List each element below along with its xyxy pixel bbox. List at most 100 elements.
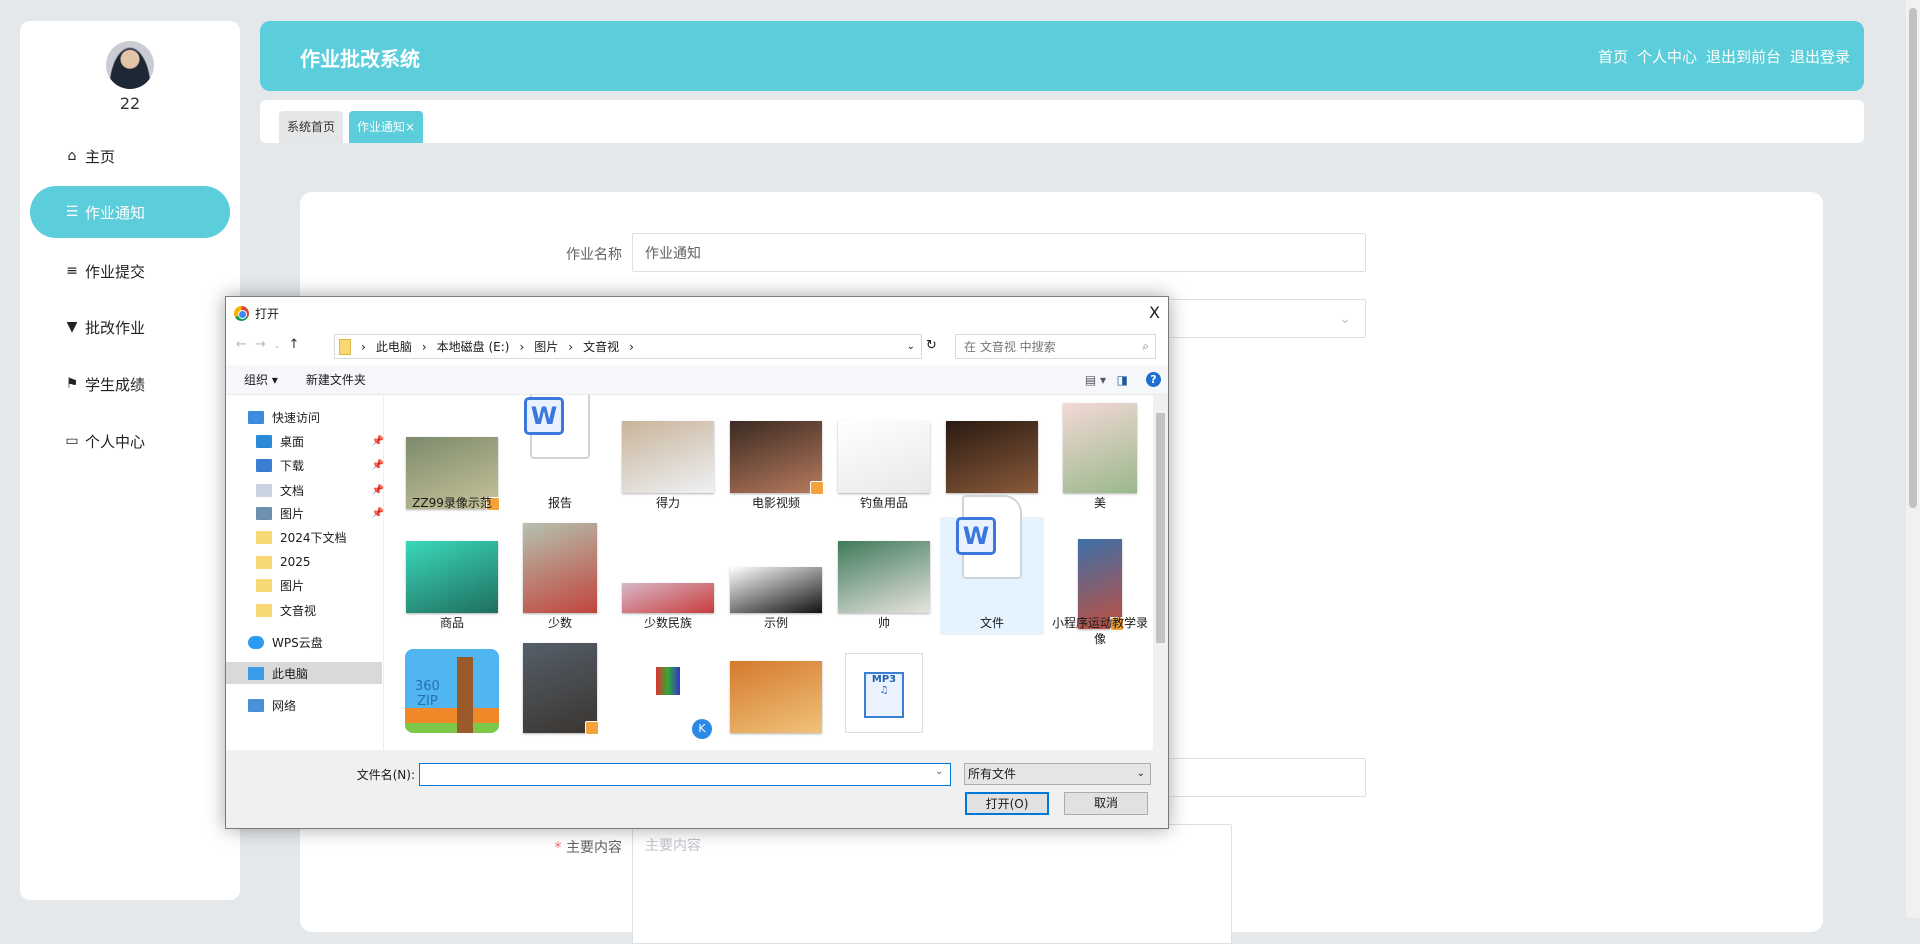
pin-icon[interactable]: 📌 (372, 460, 384, 471)
file-item[interactable] (724, 637, 828, 750)
file-name (508, 735, 612, 750)
nav-item[interactable]: 快速访问 (248, 406, 382, 428)
app-title: 作业批改系统 (300, 47, 420, 71)
tab-system-home[interactable]: 系统首页 (279, 111, 344, 143)
file-item[interactable]: MP3 ♫ (832, 637, 936, 750)
preview-pane-icon[interactable]: ◨ (1117, 373, 1128, 387)
open-button[interactable]: 打开(O) (965, 792, 1049, 815)
name-input[interactable]: 作业通知 (632, 233, 1366, 272)
nav-item[interactable]: 2025 (256, 551, 390, 573)
nav-item[interactable]: 2024下文档 (256, 526, 390, 548)
file-item[interactable]: 少数民族 (616, 517, 720, 635)
nav-item[interactable]: 网络 (248, 694, 382, 716)
file-item[interactable]: 少数 (508, 517, 612, 635)
forward-icon[interactable]: → (255, 337, 274, 352)
search-placeholder: 在 文音视 中搜索 (964, 340, 1056, 354)
filename-dropdown-icon[interactable]: ⌄ (935, 766, 943, 777)
crumb[interactable]: 文音视 (583, 338, 619, 355)
content-textarea[interactable]: 主要内容 (632, 824, 1232, 944)
link-logout[interactable]: 退出登录 (1790, 46, 1850, 67)
sidebar-item-3[interactable]: ▼ 批改作业 (30, 301, 230, 353)
new-folder-button[interactable]: 新建文件夹 (306, 371, 366, 388)
sidebar-item-label: 作业通知 (85, 203, 146, 222)
app-image-thumbnail: K (628, 659, 712, 739)
pin-icon[interactable]: 📌 (372, 508, 384, 519)
up-icon[interactable]: ↑ (289, 337, 308, 352)
nav-item[interactable]: 文音视 (256, 599, 390, 621)
sidebar-item-2[interactable]: ≡ 作业提交 (30, 245, 230, 297)
file-scrollbar-thumb[interactable] (1156, 413, 1165, 643)
avatar[interactable] (106, 41, 154, 89)
organize-button[interactable]: 组织 ▾ (244, 371, 278, 388)
back-icon[interactable]: ← (236, 337, 255, 352)
nav-item[interactable]: 图片 📌 (256, 502, 390, 524)
pin-icon[interactable]: 📌 (372, 436, 384, 447)
file-item[interactable]: 商品 (400, 517, 504, 635)
desktop-icon (256, 434, 272, 448)
image-thumbnail (946, 421, 1038, 493)
file-item[interactable]: W 报告 (508, 395, 612, 515)
nav-item[interactable]: 图片 (256, 574, 390, 596)
help-icon[interactable]: ? (1146, 372, 1161, 387)
page-scrollbar-thumb[interactable] (1909, 8, 1917, 508)
file-name (616, 735, 720, 750)
crumb[interactable]: 图片 (534, 338, 558, 355)
nav-item[interactable]: 桌面 📌 (256, 430, 390, 452)
link-home[interactable]: 首页 (1598, 46, 1628, 67)
filename-input[interactable] (419, 763, 951, 786)
sidebar-item-0[interactable]: ⌂ 主页 (30, 130, 230, 182)
recent-icon[interactable]: ⌄ (274, 341, 289, 350)
sidebar-item-4[interactable]: ⚑ 学生成绩 (30, 358, 230, 410)
nav-arrows: ←→⌄↑ (236, 337, 307, 352)
file-item[interactable]: 360 ZIP (400, 637, 504, 750)
nav-item-label: WPS云盘 (272, 635, 323, 650)
crumb[interactable]: 此电脑 (376, 338, 412, 355)
cancel-button[interactable]: 取消 (1064, 792, 1148, 815)
image-thumbnail (622, 421, 714, 493)
file-item[interactable]: 美 (1048, 397, 1152, 515)
nav-item-label: 桌面 (280, 434, 305, 449)
nav-item[interactable]: WPS云盘 (248, 631, 382, 653)
tab-bar: 系统首页 作业通知× (260, 100, 1864, 143)
nav-item[interactable]: 此电脑 (226, 662, 382, 684)
file-item[interactable]: 小程序运动教学录像 (1048, 517, 1152, 651)
video-thumbnail (523, 643, 599, 735)
nav-item-label: 下载 (280, 458, 305, 473)
computer-icon (248, 666, 264, 680)
refresh-icon[interactable]: ↻ (926, 338, 937, 353)
file-item[interactable]: 得力 (616, 397, 720, 515)
link-profile[interactable]: 个人中心 (1637, 46, 1697, 67)
nav-item[interactable]: 下载 📌 (256, 454, 390, 476)
file-item[interactable]: K (616, 637, 720, 750)
header: 作业批改系统 首页 个人中心 退出到前台 退出登录 (260, 21, 1864, 91)
file-item[interactable] (508, 637, 612, 750)
star-icon (248, 410, 264, 424)
address-dropdown-icon[interactable]: ⌄ (907, 341, 915, 352)
pin-icon[interactable]: 📌 (372, 485, 384, 496)
sidebar-item-1[interactable]: ☰ 作业通知 (30, 186, 230, 238)
flag-icon: ⚑ (65, 376, 79, 392)
link-frontend[interactable]: 退出到前台 (1706, 46, 1781, 67)
address-bar[interactable]: › 此电脑 › 本地磁盘 (E:) › 图片 › 文音视 › ⌄ (334, 334, 922, 359)
tab-homework-notice[interactable]: 作业通知× (349, 111, 424, 143)
folder-icon (339, 338, 351, 355)
folder-icon (256, 555, 272, 569)
file-item[interactable]: W 文件 (940, 495, 1044, 635)
username: 22 (119, 94, 141, 113)
filetype-select[interactable]: 所有文件 ⌄ (964, 763, 1151, 785)
download-icon (256, 458, 272, 472)
sidebar-item-5[interactable]: ▭ 个人中心 (30, 415, 230, 467)
crumb[interactable]: 本地磁盘 (E:) (437, 338, 510, 355)
nav-item[interactable]: 文档 📌 (256, 479, 390, 501)
image-thumbnail (838, 421, 930, 493)
view-icon[interactable]: ▤ ▾ (1085, 373, 1106, 387)
sidebar-item-label: 作业提交 (85, 262, 146, 281)
search-input[interactable]: 在 文音视 中搜索 ⌕ (955, 334, 1156, 359)
file-item[interactable]: ZZ99录像示范 (400, 397, 504, 531)
file-item[interactable]: 钓鱼用品 (832, 397, 936, 515)
file-item[interactable]: 帅 (832, 517, 936, 635)
file-item[interactable]: 电影视频 (724, 397, 828, 515)
close-button[interactable]: X (1149, 303, 1160, 322)
file-item[interactable]: 示例 (724, 517, 828, 635)
zip-archive-icon: 360 ZIP (405, 649, 499, 733)
